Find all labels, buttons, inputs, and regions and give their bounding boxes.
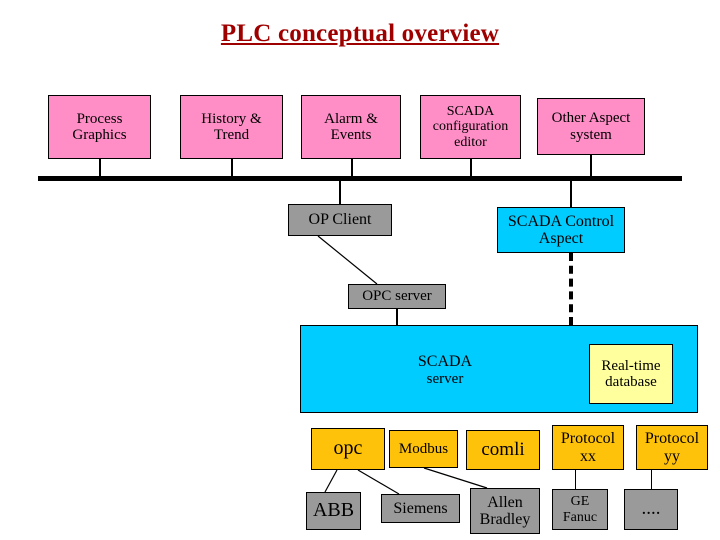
node-line: Graphics [72,127,127,143]
node-line: SCADA [446,104,495,120]
connector-modbus-allen-bradley [423,467,488,489]
node-line: Siemens [393,499,448,517]
connector-bus-op-client [339,176,341,204]
node-comli: comli [466,430,540,470]
node-scada-configuration-editor: SCADA configuration editor [420,95,521,159]
node-line: comli [481,438,525,460]
node-line: Other Aspect [551,110,631,127]
connector-scada-control-aspect-server-dashed [569,253,573,325]
node-line: editor [454,134,487,150]
node-siemens: Siemens [381,494,460,523]
node-line: Protocol [644,430,700,448]
node-line: Allen [487,493,523,511]
node-real-time-database: Real-time database [589,344,673,404]
node-line: server [426,370,464,387]
system-bus-line [38,176,682,181]
connector-opc-server-scada-server [396,309,398,326]
node-op-client: OP Client [288,204,392,236]
node-line: History & [201,110,262,127]
node-line: Protocol [560,430,616,448]
node-protocol-yy: Protocol yy [636,425,708,470]
node-scada-server: SCADA server Real-time database [300,325,698,413]
node-alarm-events: Alarm & Events [301,95,401,159]
node-line: Real-time [601,357,661,374]
node-line: GE [570,494,590,510]
node-abb: ABB [306,492,361,530]
node-line: SCADA Control [507,212,615,230]
node-modbus: Modbus [389,430,458,468]
connector-protocol-xx-ge-fanuc [575,470,577,489]
node-line: Trend [213,127,250,143]
node-ge-fanuc: GE Fanuc [552,489,608,530]
node-line: opc [333,437,363,460]
node-line: Aspect [538,230,584,247]
node-process-graphics: Process Graphics [48,95,151,159]
node-history-trend: History & Trend [180,95,283,159]
node-line: SCADA [417,353,473,371]
page-title: PLC conceptual overview [220,20,500,47]
node-opc: opc [311,428,385,470]
node-line: ABB [312,499,355,522]
node-line: database [605,374,657,390]
node-line: Modbus [398,440,449,457]
node-line: yy [664,447,680,465]
node-line: .... [641,498,661,520]
node-line: Bradley [479,511,531,528]
node-line: Alarm & [324,110,378,127]
node-line: OP Client [308,211,372,229]
connector-protocol-yy-more [651,470,653,489]
node-opc-server: OPC server [348,284,446,309]
connector-other-aspect-bus [590,155,592,178]
node-line: Events [330,127,372,143]
connector-opc-abb [324,469,338,493]
connector-opc-siemens [357,469,400,495]
node-allen-bradley: Allen Bradley [470,488,540,534]
node-line: OPC server [362,288,432,305]
plc-conceptual-overview-diagram: PLC conceptual overview Process Graphics… [0,0,720,540]
connector-bus-scada-control-aspect [570,176,572,207]
node-line: configuration [432,119,509,135]
node-other-aspect-system: Other Aspect system [537,98,645,155]
node-line: Process [76,110,123,127]
node-protocol-xx: Protocol xx [552,425,624,470]
node-line: Fanuc [562,509,598,525]
node-scada-control-aspect: SCADA Control Aspect [497,207,625,253]
node-line: system [570,126,612,143]
node-line: xx [580,447,596,465]
node-more-vendors: .... [624,489,678,530]
